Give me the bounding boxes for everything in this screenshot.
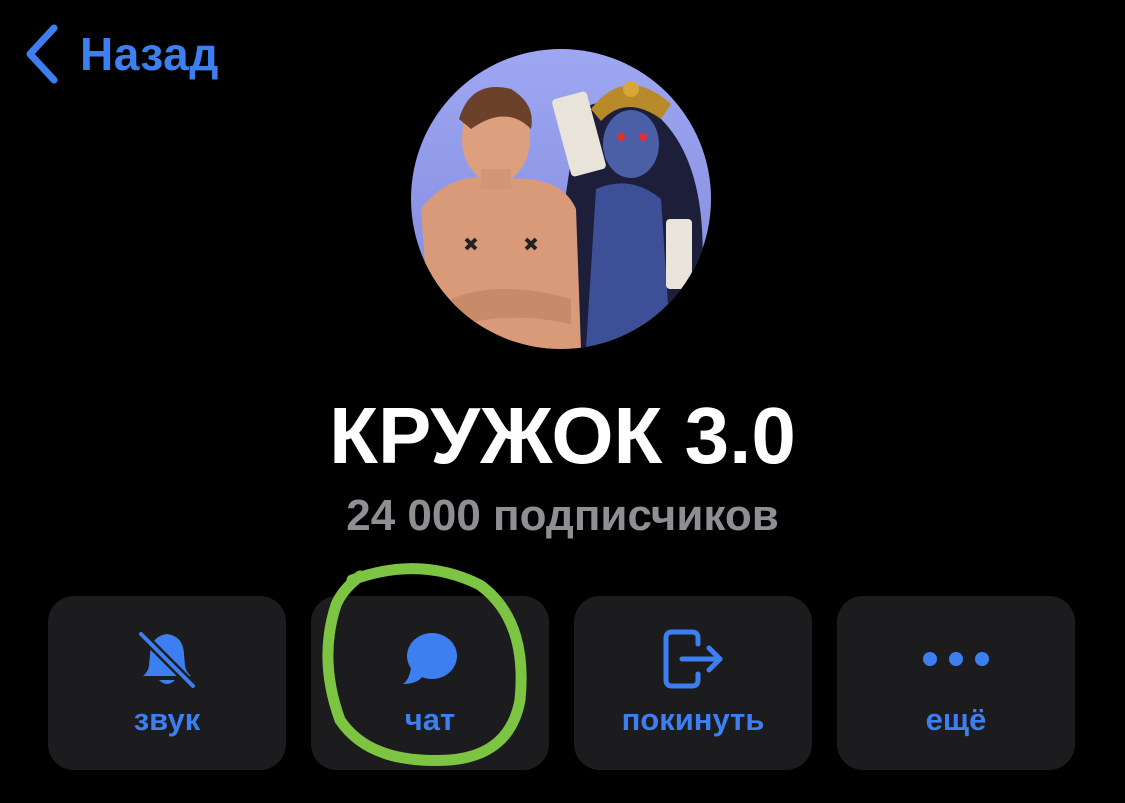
chat-button[interactable]: чат	[311, 596, 549, 770]
back-button[interactable]: Назад	[24, 22, 219, 86]
leave-label: покинуть	[621, 702, 765, 737]
leave-button[interactable]: покинуть	[574, 596, 812, 770]
chat-bubble-icon	[311, 628, 549, 690]
more-dots-icon	[837, 628, 1075, 690]
chat-label: чат	[404, 702, 456, 737]
subscriber-count: 24 000 подписчиков	[346, 491, 779, 540]
channel-title: КРУЖОК 3.0	[329, 391, 796, 480]
chevron-left-icon	[24, 24, 60, 84]
channel-avatar[interactable]	[411, 49, 711, 349]
mute-button[interactable]: звук	[48, 596, 286, 770]
leave-icon	[574, 628, 812, 690]
back-label: Назад	[80, 28, 219, 80]
bell-slash-icon	[48, 628, 286, 690]
mute-label: звук	[133, 702, 201, 737]
more-button[interactable]: ещё	[837, 596, 1075, 770]
more-label: ещё	[925, 702, 987, 737]
